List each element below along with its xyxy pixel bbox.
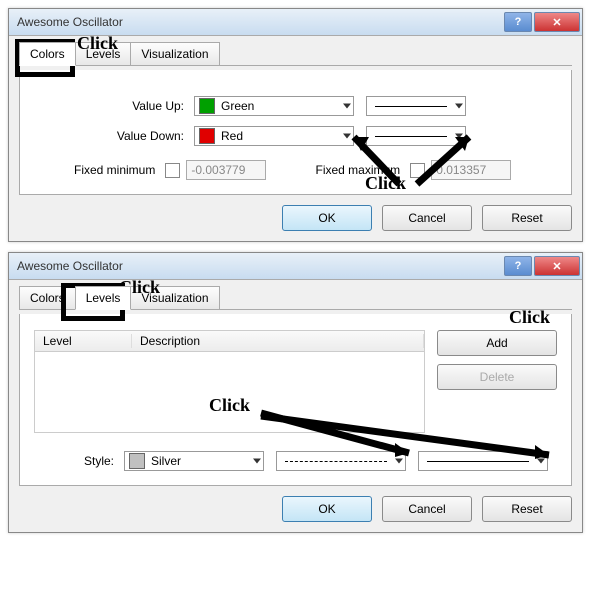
window-title: Awesome Oscillator — [17, 259, 502, 273]
value-down-label: Value Down: — [34, 129, 194, 143]
cancel-button[interactable]: Cancel — [382, 205, 472, 231]
panel-levels: Level Description Add Delete Style: Silv… — [19, 314, 572, 486]
fixed-max-checkbox[interactable] — [410, 163, 425, 178]
style-label: Style: — [34, 454, 124, 468]
chevron-down-icon — [537, 459, 545, 464]
tab-colors[interactable]: Colors — [19, 42, 76, 66]
tab-bar: Colors Levels Visualization — [19, 286, 572, 310]
table-header: Level Description — [35, 331, 424, 352]
dialog-body: Colors Levels Visualization Value Up: Gr… — [9, 36, 582, 241]
value-up-color-text: Green — [221, 99, 254, 113]
style-color-combo[interactable]: Silver — [124, 451, 264, 471]
tab-levels[interactable]: Levels — [75, 286, 132, 310]
red-swatch — [199, 128, 215, 144]
cancel-button[interactable]: Cancel — [382, 496, 472, 522]
tab-levels[interactable]: Levels — [75, 42, 132, 65]
dialog-body: Colors Levels Visualization Level Descri… — [9, 280, 582, 532]
ok-button[interactable]: OK — [282, 205, 372, 231]
ok-button[interactable]: OK — [282, 496, 372, 522]
dialog-colors: Awesome Oscillator ? ✕ Colors Levels Vis… — [8, 8, 583, 242]
col-description: Description — [132, 334, 424, 348]
silver-swatch — [129, 453, 145, 469]
green-swatch — [199, 98, 215, 114]
titlebar: Awesome Oscillator ? ✕ — [9, 253, 582, 280]
value-up-line-combo[interactable] — [366, 96, 466, 116]
table-body[interactable] — [35, 352, 424, 432]
reset-button[interactable]: Reset — [482, 496, 572, 522]
line-solid-icon — [375, 106, 447, 107]
line-solid-icon — [427, 461, 529, 462]
line-solid-icon — [375, 136, 447, 137]
col-level: Level — [35, 334, 132, 348]
value-down-color-text: Red — [221, 129, 243, 143]
titlebar: Awesome Oscillator ? ✕ — [9, 9, 582, 36]
value-down-color-combo[interactable]: Red — [194, 126, 354, 146]
close-button[interactable]: ✕ — [534, 256, 580, 276]
line-dashed-icon — [285, 461, 387, 462]
levels-table[interactable]: Level Description — [34, 330, 425, 433]
chevron-down-icon — [395, 459, 403, 464]
add-button[interactable]: Add — [437, 330, 557, 356]
reset-button[interactable]: Reset — [482, 205, 572, 231]
chevron-down-icon — [455, 134, 463, 139]
help-button[interactable]: ? — [504, 256, 532, 276]
chevron-down-icon — [253, 459, 261, 464]
style-line-combo[interactable] — [276, 451, 406, 471]
style-width-combo[interactable] — [418, 451, 548, 471]
fixed-min-checkbox[interactable] — [165, 163, 180, 178]
tab-visualization[interactable]: Visualization — [130, 42, 219, 65]
dialog-levels: Awesome Oscillator ? ✕ Colors Levels Vis… — [8, 252, 583, 533]
fixed-min-label: Fixed minimum — [74, 163, 155, 177]
fixed-max-label: Fixed maximum — [316, 163, 401, 177]
panel-colors: Value Up: Green Value Down: Red — [19, 70, 572, 195]
help-button[interactable]: ? — [504, 12, 532, 32]
value-down-line-combo[interactable] — [366, 126, 466, 146]
tab-visualization[interactable]: Visualization — [130, 286, 219, 309]
value-up-label: Value Up: — [34, 99, 194, 113]
delete-button[interactable]: Delete — [437, 364, 557, 390]
chevron-down-icon — [343, 134, 351, 139]
chevron-down-icon — [343, 104, 351, 109]
window-title: Awesome Oscillator — [17, 15, 502, 29]
value-up-color-combo[interactable]: Green — [194, 96, 354, 116]
tab-bar: Colors Levels Visualization — [19, 42, 572, 66]
close-button[interactable]: ✕ — [534, 12, 580, 32]
style-color-text: Silver — [151, 454, 181, 468]
chevron-down-icon — [455, 104, 463, 109]
fixed-min-field[interactable] — [186, 160, 266, 180]
tab-colors[interactable]: Colors — [19, 286, 76, 309]
fixed-max-field[interactable] — [431, 160, 511, 180]
